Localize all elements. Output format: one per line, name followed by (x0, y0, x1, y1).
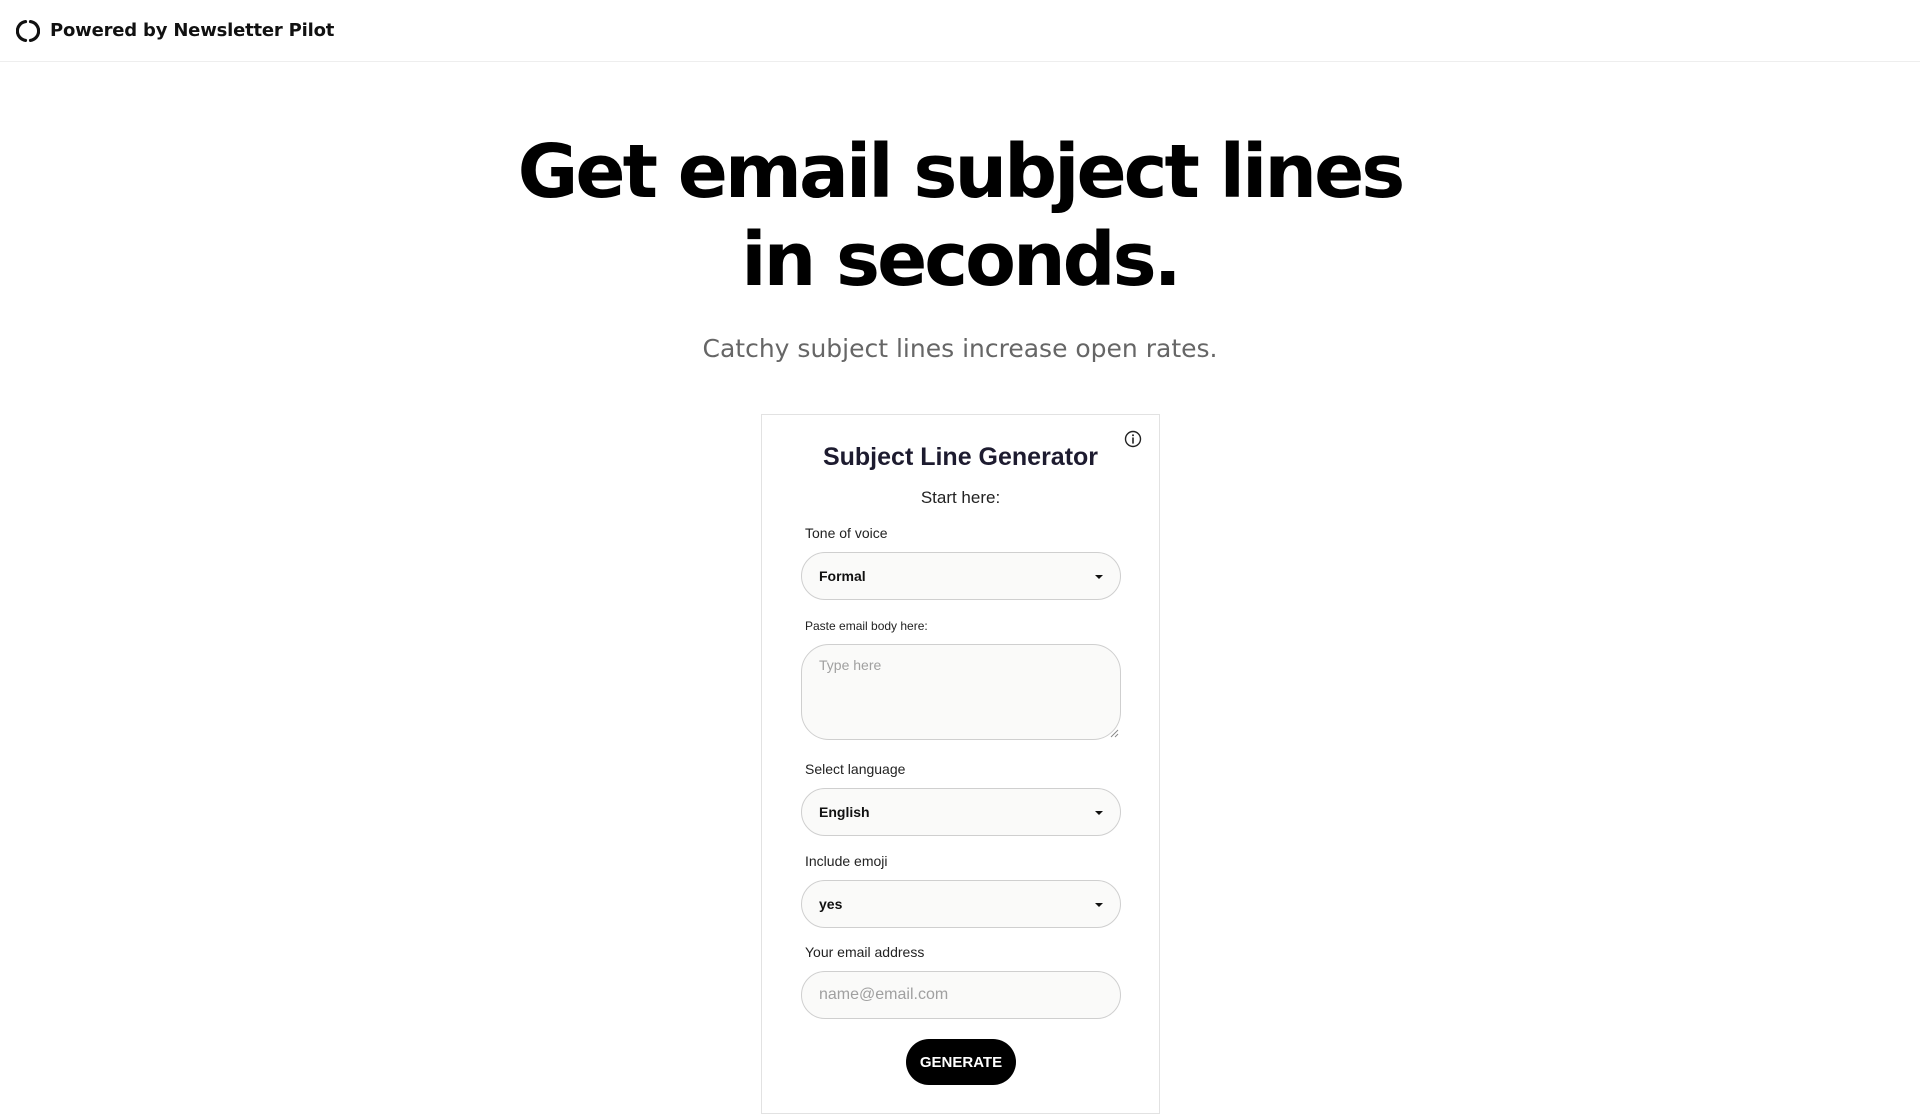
generator-card: Subject Line Generator Start here: Tone … (761, 414, 1160, 1114)
language-label: Select language (805, 761, 906, 777)
start-here-text: Start here: (920, 488, 1001, 507)
email-body-textarea[interactable] (801, 644, 1121, 740)
email-body-label: Paste email body here: (805, 619, 928, 633)
email-address-input[interactable] (801, 971, 1121, 1019)
emoji-label: Include emoji (805, 853, 888, 869)
generate-button[interactable]: GENERATE (906, 1039, 1016, 1085)
hero-subtitle: Catchy subject lines increase open rates… (702, 334, 1218, 363)
hero-title: Get email subject lines in seconds. (0, 128, 1920, 304)
resize-grip-icon[interactable] (1109, 728, 1119, 738)
email-address-label: Your email address (805, 944, 925, 960)
language-select-value: English (819, 804, 870, 820)
emoji-select-value: yes (819, 896, 843, 912)
chevron-down-icon (1095, 903, 1103, 907)
tone-select[interactable]: Formal (801, 552, 1121, 600)
brand-link[interactable]: Powered by Newsletter Pilot (16, 19, 334, 43)
hero-title-line-2: in seconds. (741, 217, 1182, 303)
language-select[interactable]: English (801, 788, 1121, 836)
hero-title-line-1: Get email subject lines (517, 129, 1406, 215)
brand-text: Powered by Newsletter Pilot (50, 20, 335, 41)
newsletter-pilot-logo-icon (16, 19, 40, 42)
chevron-down-icon (1095, 575, 1103, 579)
top-bar: Powered by Newsletter Pilot (0, 0, 1920, 62)
tone-label: Tone of voice (805, 525, 888, 541)
card-title: Subject Line Generator (822, 443, 1099, 471)
chevron-down-icon (1095, 811, 1103, 815)
emoji-select[interactable]: yes (801, 880, 1121, 928)
tone-select-value: Formal (819, 568, 866, 584)
